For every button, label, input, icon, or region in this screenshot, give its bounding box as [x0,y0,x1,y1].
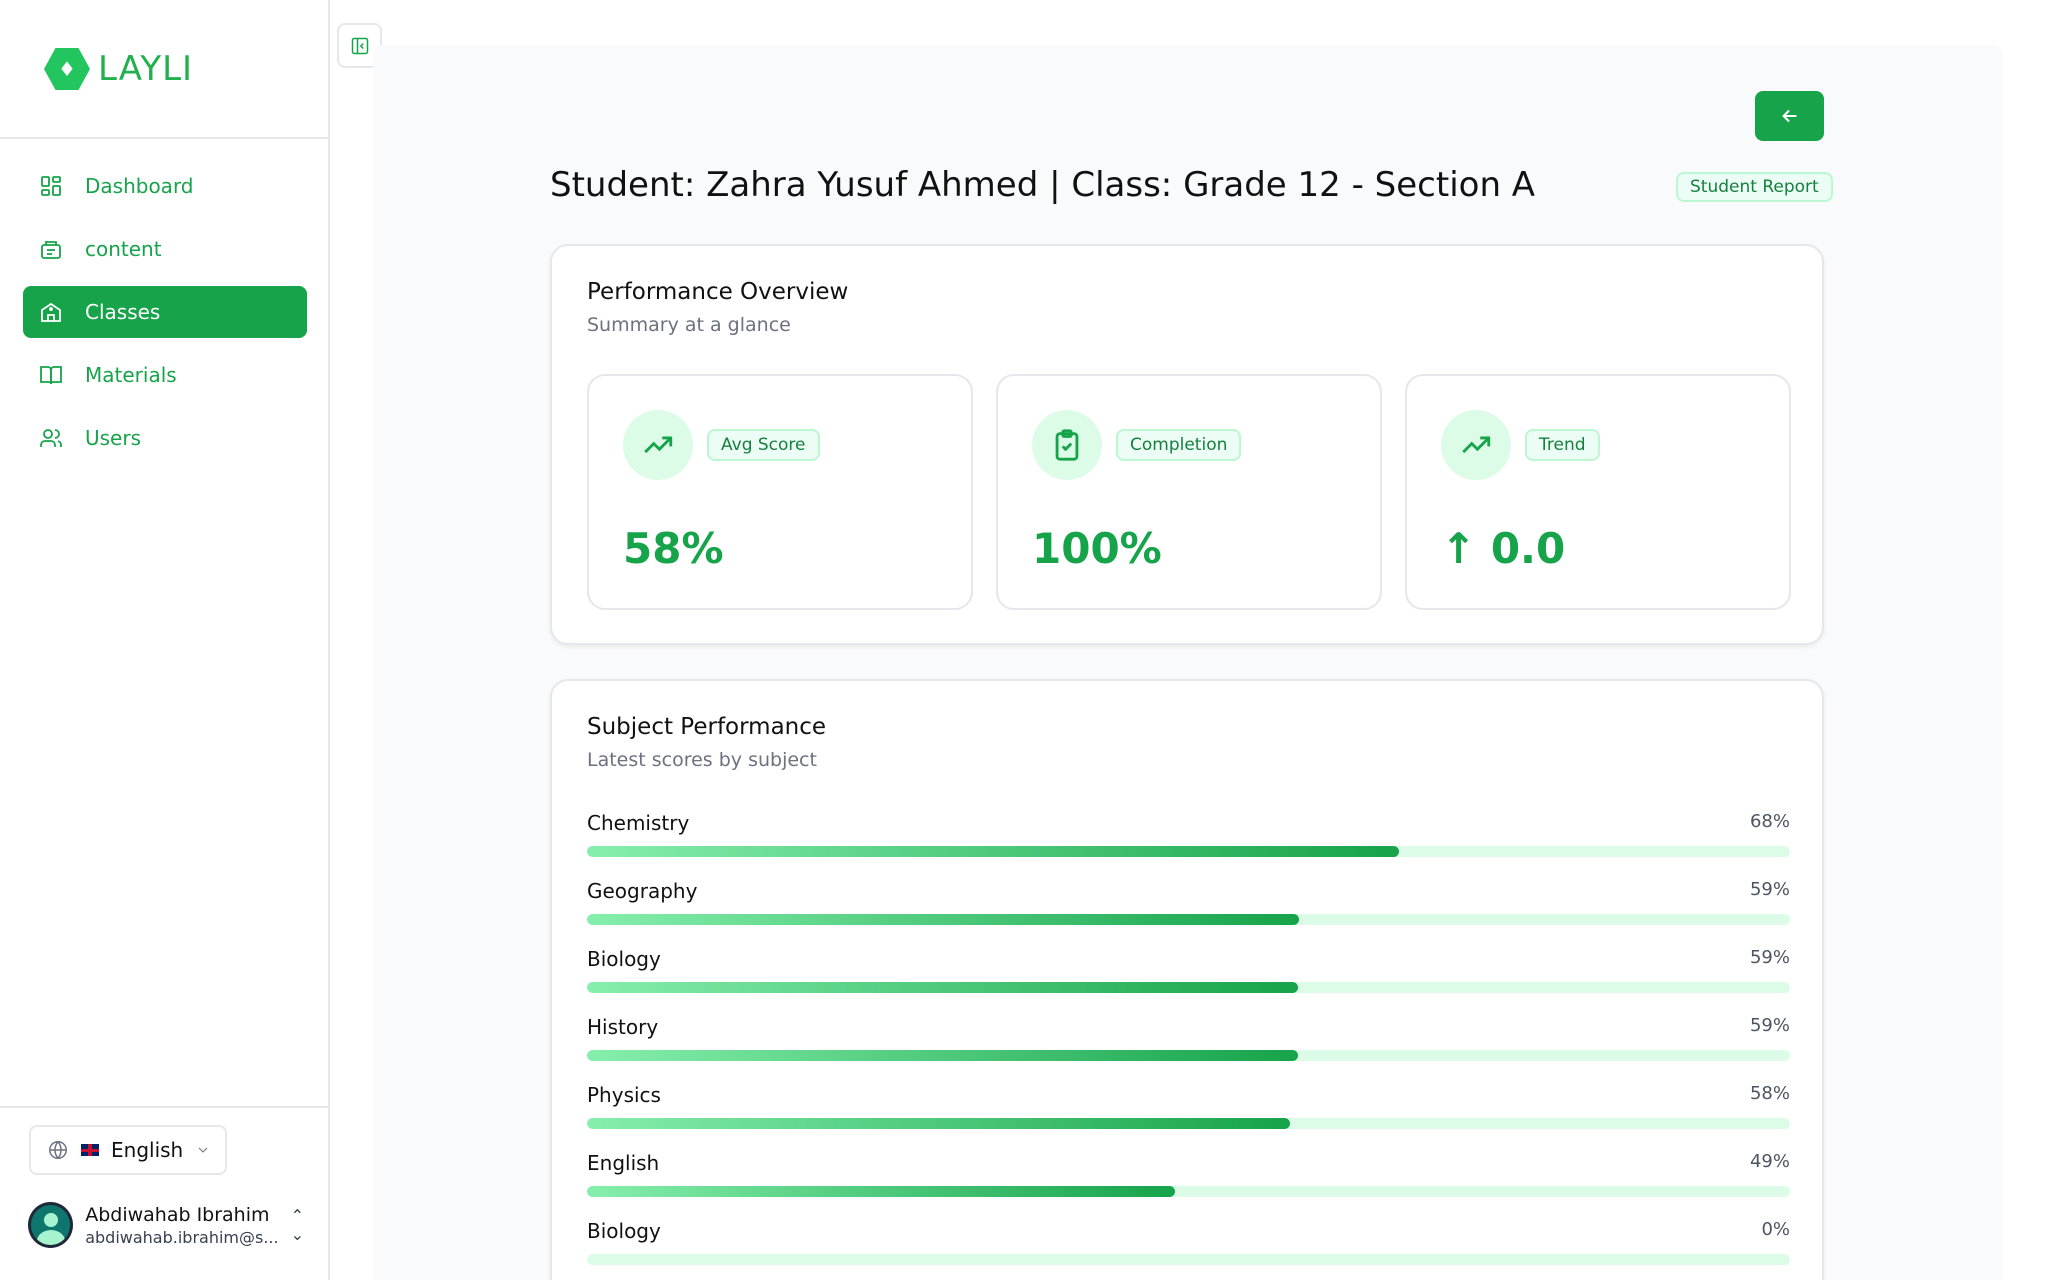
progress-track [587,1186,1790,1197]
stat-label: Completion [1116,429,1242,461]
chevron-down-icon [198,1147,208,1153]
progress-fill [587,1118,1290,1129]
subject-row: Biology 59% [587,947,1790,1015]
stat-icon-bg [1441,410,1511,480]
subject-percent: 58% [1749,1083,1790,1104]
stat-completion: Completion 100% [996,374,1382,610]
sidebar-item-content[interactable]: content [23,223,307,275]
language-select[interactable]: English [29,1125,227,1175]
stat-avg-score: Avg Score 58% [587,374,973,610]
sidebar-item-dashboard[interactable]: Dashboard [23,160,307,212]
sidebar-item-classes[interactable]: Classes [23,286,307,338]
avatar [28,1202,74,1248]
card-title: Performance Overview [587,279,849,305]
subject-name: Geography [587,879,698,903]
dashboard-icon [41,176,61,196]
progress-fill [587,982,1298,993]
progress-track [587,982,1790,993]
stat-label: Avg Score [707,429,820,461]
sidebar-item-users[interactable]: Users [23,412,307,464]
subject-name: History [587,1015,659,1039]
subject-row: History 59% [587,1015,1790,1083]
subject-row: Geography 59% [587,879,1790,947]
uk-flag-icon [81,1144,99,1156]
subject-name: English [587,1151,660,1175]
logo[interactable]: ♦ LAYLI [44,48,193,90]
subject-percent: 59% [1749,1015,1790,1036]
subject-percent: 0% [1761,1219,1790,1240]
stat-icon-bg [1032,410,1102,480]
progress-track [587,1254,1790,1265]
sidebar-item-label: Dashboard [85,174,194,198]
sidebar-divider [0,137,330,139]
user-name: Abdiwahab Ibrahim [85,1203,270,1226]
subject-row: Chemistry 68% [587,811,1790,879]
stat-trend: Trend ↑ 0.0 [1405,374,1791,610]
student-report-badge: Student Report [1676,172,1833,202]
logo-mark-icon: ♦ [44,48,90,90]
book-icon [40,366,62,385]
progress-fill [587,1050,1298,1061]
subject-percent: 59% [1749,947,1790,968]
subject-name: Physics [587,1083,661,1107]
progress-fill [587,914,1300,925]
progress-track [587,1050,1790,1061]
progress-track [587,914,1790,925]
trending-up-icon [644,436,673,454]
back-button[interactable] [1755,91,1824,141]
progress-fill [587,1186,1176,1197]
sidebar-item-label: Users [85,426,142,450]
subject-percent: 59% [1749,879,1790,900]
subject-list: Chemistry 68% Geography 59% Biology 59% Histor… [587,811,1790,1280]
subject-performance-card: Subject Performance Latest scores by sub… [550,679,1824,1280]
subject-row: Biology 0% [587,1219,1790,1280]
progress-fill [587,846,1400,857]
chevron-up-down-icon: ⌃ ⌄ [290,1206,304,1244]
sidebar-item-label: Materials [85,363,177,387]
subject-percent: 68% [1749,811,1790,832]
stat-icon-bg [623,410,693,480]
user-info: Abdiwahab Ibrahim abdiwahab.ibrahim@s... [85,1204,278,1247]
card-title: Subject Performance [587,714,827,740]
sidebar-bottom-divider [0,1106,330,1108]
card-subtitle: Latest scores by subject [587,749,817,771]
stat-value: ↑ 0.0 [1441,524,1566,573]
subject-percent: 49% [1749,1151,1790,1172]
arrow-left-icon [1781,109,1796,123]
user-menu[interactable]: Abdiwahab Ibrahim abdiwahab.ibrahim@s...… [28,1202,304,1248]
panel-left-icon [351,37,368,54]
subject-name: Chemistry [587,811,690,835]
content-icon [41,241,61,259]
sidebar-item-label: Classes [85,300,161,324]
performance-overview-card: Performance Overview Summary at a glance… [550,244,1824,645]
subject-row: Physics 58% [587,1083,1790,1151]
stat-label: Trend [1525,429,1600,461]
language-label: English [111,1138,184,1162]
sidebar: ♦ LAYLI Dashboard content Classes Materi… [0,0,330,1280]
subject-name: Biology [587,947,661,971]
logo-text: LAYLI [98,49,194,89]
page-title: Student: Zahra Yusuf Ahmed | Class: Grad… [550,165,1536,205]
stat-value: 58% [623,524,724,573]
sidebar-nav: Dashboard content Classes Materials User… [23,160,307,475]
card-subtitle: Summary at a glance [587,314,791,336]
sidebar-item-label: content [85,237,162,261]
clipboard-check-icon [1055,429,1079,461]
subject-name: Biology [587,1219,661,1243]
user-email: abdiwahab.ibrahim@s... [85,1227,279,1247]
stat-value: 100% [1032,524,1162,573]
users-icon [40,429,62,447]
progress-track [587,1118,1790,1129]
globe-icon [49,1141,67,1159]
sidebar-item-materials[interactable]: Materials [23,349,307,401]
school-icon [41,302,61,322]
subject-row: English 49% [587,1151,1790,1219]
progress-track [587,846,1790,857]
trending-up-icon [1462,436,1491,454]
